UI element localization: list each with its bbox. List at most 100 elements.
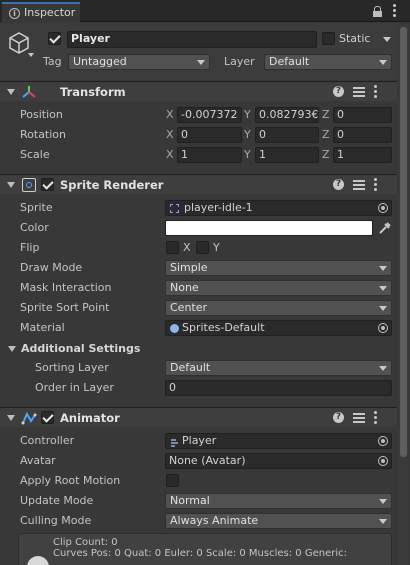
scale-x-field[interactable]: 1 <box>177 147 242 163</box>
position-x-field[interactable]: -0.007372 <box>177 107 242 123</box>
controller-value: Player <box>182 434 217 447</box>
rotation-x-field[interactable]: 0 <box>177 127 242 143</box>
foldout-arrow-icon[interactable] <box>7 89 15 95</box>
curves-text: Curves Pos: 0 Quat: 0 Euler: 0 Scale: 0 … <box>53 548 347 559</box>
apply-root-motion-label: Apply Root Motion <box>20 474 121 487</box>
presets-icon[interactable] <box>353 86 365 98</box>
tag-label: Tag <box>43 55 62 68</box>
foldout-arrow-icon[interactable] <box>7 415 15 421</box>
info-circle-icon <box>27 556 49 565</box>
sorting-layer-label: Sorting Layer <box>35 361 109 374</box>
gameobject-active-checkbox[interactable] <box>48 32 61 45</box>
position-x-label[interactable]: X <box>166 108 174 122</box>
draw-mode-label: Draw Mode <box>20 261 83 274</box>
mask-interaction-dropdown[interactable]: None <box>165 280 392 296</box>
tab-menu-icon[interactable] <box>393 4 396 18</box>
object-picker-icon[interactable] <box>378 436 388 446</box>
presets-icon[interactable] <box>353 179 365 191</box>
sprite-sort-point-dropdown[interactable]: Center <box>165 300 392 316</box>
gameobject-name-field[interactable]: Player <box>67 31 317 48</box>
sprite-renderer-icon <box>22 178 36 192</box>
position-y-field[interactable]: 0.082793€ <box>255 107 319 123</box>
sprite-renderer-header[interactable]: Sprite Renderer ? <box>0 174 397 194</box>
position-y-label[interactable]: Y <box>244 108 251 122</box>
color-label: Color <box>20 221 49 234</box>
mask-interaction-label: Mask Interaction <box>20 281 112 294</box>
draw-mode-value: Simple <box>170 261 208 274</box>
flip-x-label: X <box>183 241 191 254</box>
material-value: Sprites-Default <box>182 321 265 334</box>
layer-dropdown[interactable]: Default <box>264 54 392 70</box>
controller-label: Controller <box>20 434 75 447</box>
lock-icon[interactable] <box>373 6 382 17</box>
material-label: Material <box>20 321 65 334</box>
order-in-layer-field[interactable]: 0 <box>165 380 392 396</box>
foldout-arrow-icon[interactable] <box>7 182 15 188</box>
component-menu-icon[interactable] <box>374 411 377 425</box>
component-menu-icon[interactable] <box>374 178 377 192</box>
scrollbar-thumb[interactable] <box>400 27 407 457</box>
material-object-field[interactable]: Sprites-Default <box>165 320 392 336</box>
avatar-value: None (Avatar) <box>169 454 246 467</box>
icon-dropdown-caret[interactable] <box>28 53 34 57</box>
flip-y-label: Y <box>213 241 220 254</box>
draw-mode-dropdown[interactable]: Simple <box>165 260 392 276</box>
sprite-object-field[interactable]: player-idle-1 <box>165 200 392 216</box>
transform-header[interactable]: Transform ? <box>0 81 397 101</box>
update-mode-label: Update Mode <box>20 494 94 507</box>
animator-enabled-checkbox[interactable] <box>41 411 54 424</box>
gameobject-cube-icon[interactable] <box>8 31 30 55</box>
additional-settings-foldout-icon[interactable] <box>8 346 16 352</box>
help-icon[interactable]: ? <box>333 412 344 423</box>
avatar-label: Avatar <box>20 454 56 467</box>
transform-title: Transform <box>60 85 126 99</box>
update-mode-dropdown[interactable]: Normal <box>165 493 392 509</box>
transform-header-icons: ? <box>333 85 389 99</box>
component-menu-icon[interactable] <box>374 85 377 99</box>
flip-y-checkbox[interactable] <box>196 241 209 254</box>
scale-x-label[interactable]: X <box>166 148 174 162</box>
color-swatch[interactable] <box>165 220 373 236</box>
object-picker-icon[interactable] <box>378 203 388 213</box>
rotation-y-field[interactable]: 0 <box>255 127 319 143</box>
rotation-z-label[interactable]: Z <box>322 128 330 142</box>
inspector-scrollbar[interactable] <box>399 24 408 565</box>
help-icon[interactable]: ? <box>333 179 344 190</box>
animator-controller-icon <box>170 437 179 447</box>
inspector-tab[interactable]: i Inspector <box>2 2 80 23</box>
position-z-label[interactable]: Z <box>322 108 330 122</box>
rotation-y-label[interactable]: Y <box>244 128 251 142</box>
animator-title: Animator <box>60 411 120 425</box>
sprite-renderer-title: Sprite Renderer <box>60 178 164 192</box>
avatar-object-field[interactable]: None (Avatar) <box>165 453 392 469</box>
sprite-sort-point-label: Sprite Sort Point <box>20 301 110 314</box>
sorting-layer-dropdown[interactable]: Default <box>165 360 392 376</box>
culling-mode-dropdown[interactable]: Always Animate <box>165 513 392 529</box>
additional-settings-title[interactable]: Additional Settings <box>21 342 140 356</box>
scale-z-label[interactable]: Z <box>322 148 330 162</box>
static-dropdown-caret[interactable] <box>383 37 391 42</box>
sprite-renderer-enabled-checkbox[interactable] <box>41 178 54 191</box>
position-z-field[interactable]: 0 <box>333 107 392 123</box>
tag-dropdown[interactable]: Untagged <box>68 54 210 70</box>
scale-y-field[interactable]: 1 <box>255 147 319 163</box>
controller-object-field[interactable]: Player <box>165 433 392 449</box>
object-picker-icon[interactable] <box>378 456 388 466</box>
scale-y-label[interactable]: Y <box>244 148 251 162</box>
position-label: Position <box>20 108 63 121</box>
presets-icon[interactable] <box>353 412 365 424</box>
animator-header[interactable]: Animator ? <box>0 407 397 427</box>
help-icon[interactable]: ? <box>333 86 344 97</box>
sprite-value: player-idle-1 <box>184 201 253 214</box>
static-label: Static <box>339 32 371 45</box>
scale-z-field[interactable]: 1 <box>333 147 392 163</box>
static-checkbox[interactable] <box>322 32 335 45</box>
eyedropper-icon[interactable] <box>377 220 391 236</box>
rotation-z-field[interactable]: 0 <box>333 127 392 143</box>
scale-label: Scale <box>20 148 50 161</box>
flip-x-checkbox[interactable] <box>166 241 179 254</box>
rotation-x-label[interactable]: X <box>166 128 174 142</box>
object-picker-icon[interactable] <box>378 323 388 333</box>
rotation-label: Rotation <box>20 128 67 141</box>
apply-root-motion-checkbox[interactable] <box>166 474 179 487</box>
